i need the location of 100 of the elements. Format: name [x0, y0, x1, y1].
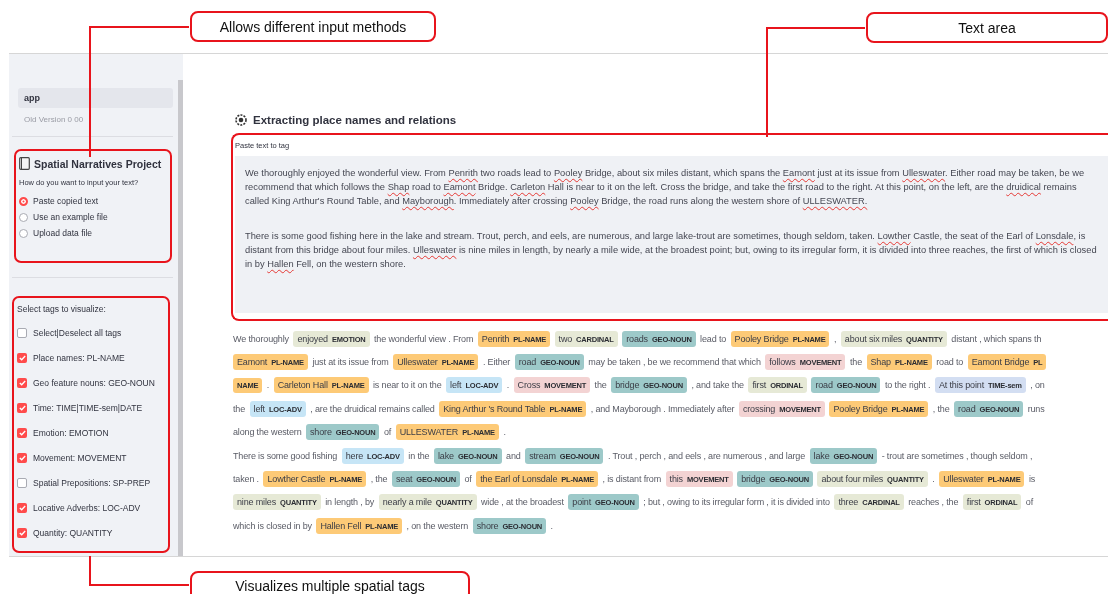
tagged-text: of	[1025, 497, 1034, 508]
entity-text: crossing	[742, 403, 776, 414]
tagged-text: the	[233, 403, 246, 414]
tagged-text: just at its issue from	[312, 357, 389, 368]
radio-label[interactable]: Upload data file	[33, 228, 93, 238]
entity-text: bridge	[741, 474, 766, 485]
tagged-text: . Trout , perch , and eels , are numerous , and large	[607, 450, 806, 461]
entity-text: Penrith	[481, 333, 510, 344]
paragraph-text: There is some good fishing here in the lake and stream. Trout, perch, and eels, are numerous, and large lake-trout are sometimes, though seldom, taken. Lowther Castle, the seat of the Earl of Lonsdale, is distant from this bridge about four miles. Ulleswater is nine miles in length, by nearly a mile wide, at the broadest point; but, owing to its irregular form, it is divided into three reaches, the first of which is closed in by Hallen Fell, on the western shore.	[245, 230, 1098, 271]
entity-text: Eamont Bridge	[971, 357, 1030, 368]
checkbox-label[interactable]: Locative Adverbs: LOC-ADV	[33, 502, 141, 513]
tagged-text: ; but , owing to its irregular form , it is divided into	[643, 497, 830, 508]
entity-text: Lowther Castle	[267, 474, 326, 485]
entity-text: follows	[769, 357, 796, 368]
checkbox-label[interactable]: Select|Deselect all tags	[33, 327, 122, 338]
tags-heading: Select tags to visualize:	[17, 304, 107, 314]
entity-text: Carleton Hall	[277, 380, 328, 391]
checkbox[interactable]	[17, 427, 27, 438]
entity-text: ULLESWATER	[399, 427, 459, 438]
page-title: Extracting place names and relations	[253, 114, 457, 126]
tagged-text: the	[849, 357, 862, 368]
radio-label[interactable]: Use an example file	[33, 212, 108, 222]
entity-text: the Earl of Lonsdale	[480, 474, 558, 485]
radio-button[interactable]	[19, 196, 28, 206]
entity-text: At this point	[938, 380, 984, 391]
checkbox-label[interactable]: Emotion: EMOTION	[33, 427, 109, 438]
entity-text: about six miles	[844, 333, 903, 344]
entity-text: enjoyed	[297, 333, 328, 344]
entity-text: road	[815, 380, 833, 391]
callout-label: Allows different input methods	[190, 11, 436, 42]
callout-label: Visualizes multiple spatial tags	[190, 571, 470, 594]
entity-text: left	[253, 403, 265, 414]
entity-text: three	[838, 497, 859, 508]
radio-button[interactable]	[19, 212, 28, 222]
nav-item[interactable]: app	[18, 88, 173, 108]
checkbox-label[interactable]: Geo feature nouns: GEO-NOUN	[33, 377, 155, 388]
checkbox-label[interactable]: Place names: PL-NAME	[33, 352, 125, 363]
tagged-text: the wonderful view . From	[374, 333, 474, 344]
entity-text: seat	[395, 474, 413, 485]
entity-text: first	[752, 380, 767, 391]
checkbox-label[interactable]: Spatial Prepositions: SP-PREP	[33, 477, 151, 488]
entity-text: about four miles	[821, 474, 884, 485]
gear-icon	[235, 114, 247, 126]
tagged-text: , on	[1030, 380, 1045, 391]
entity-text: road	[958, 403, 976, 414]
tagged-text: ,	[833, 333, 837, 344]
entity-text: Pooley Bridge	[833, 403, 888, 414]
tagged-text: lead to	[700, 333, 727, 344]
entity-text: Pooley Bridge	[734, 333, 789, 344]
tagged-text: in the	[408, 450, 430, 461]
callout-label: Text area	[866, 12, 1108, 43]
tagged-text: runs	[1027, 403, 1045, 414]
tagged-text: , is distant from	[602, 474, 662, 485]
checkbox[interactable]	[17, 402, 27, 413]
checkbox[interactable]	[17, 377, 27, 388]
tagged-text: - trout are sometimes , though seldom ,	[881, 450, 1033, 461]
tagged-text: .	[506, 380, 510, 391]
checkbox[interactable]	[17, 452, 27, 463]
checkbox[interactable]	[17, 502, 27, 513]
checkbox[interactable]	[17, 527, 27, 538]
tagged-text: to the right .	[884, 380, 931, 391]
tagged-text: , the	[370, 474, 388, 485]
entity-text: here	[345, 450, 364, 461]
tagged-text: , the	[932, 403, 950, 414]
tagged-text: . Either	[482, 357, 511, 368]
entity-text: lake	[438, 450, 454, 461]
tagged-text: .	[503, 427, 506, 438]
tagged-text: in length , by	[325, 497, 375, 508]
tagged-text: .	[266, 380, 270, 391]
entity-text: Eamont	[237, 357, 268, 368]
checkbox[interactable]	[17, 352, 27, 363]
entity-text: point	[572, 497, 592, 508]
book-icon	[19, 157, 30, 170]
entity-text: King Arthur 's Round Table	[443, 403, 546, 414]
text-area[interactable]	[235, 156, 1108, 313]
radio-button[interactable]	[19, 228, 28, 238]
tagged-text: , and take the	[691, 380, 744, 391]
tagged-text: and	[506, 450, 521, 461]
entity-text: left	[450, 380, 462, 391]
checkbox-label[interactable]: Quantity: QUANTITY	[33, 527, 113, 538]
version-text: Old Version 0 00	[24, 115, 85, 124]
tagged-text: reaches , the	[908, 497, 959, 508]
entity-text: lake	[813, 450, 830, 461]
radio-label[interactable]: Paste copied text	[33, 196, 99, 206]
tagged-text: may be taken , be we recommend that which	[588, 357, 761, 368]
entity-text: Hallen Fell	[320, 520, 362, 531]
entity-text: Cross	[517, 380, 541, 391]
entity-text: shore	[476, 520, 499, 531]
tagged-text: is near to it on the	[373, 380, 442, 391]
tagged-text: which is closed in by	[233, 520, 312, 531]
checkbox[interactable]	[17, 477, 27, 488]
tagged-text: of	[383, 427, 392, 438]
tagged-text: road to	[936, 357, 964, 368]
checkbox[interactable]	[17, 327, 27, 338]
tagged-text: .	[550, 520, 553, 531]
checkbox-label[interactable]: Time: TIME|TIME-sem|DATE	[33, 402, 143, 413]
tagged-text: taken .	[233, 474, 259, 485]
checkbox-label[interactable]: Movement: MOVEMENT	[33, 452, 127, 463]
tagged-text: along the western	[233, 427, 302, 438]
entity-text: two	[558, 333, 573, 344]
